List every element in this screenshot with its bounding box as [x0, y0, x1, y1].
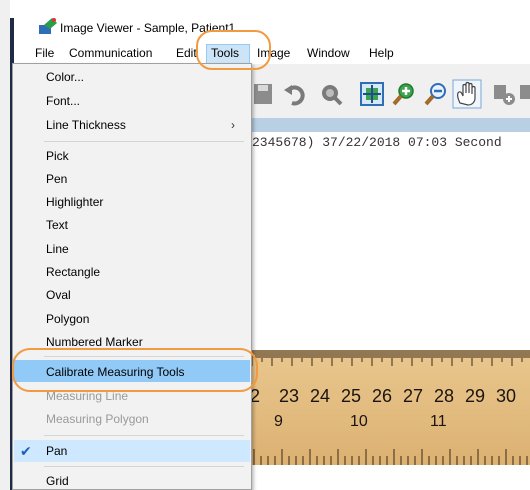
menu-edit[interactable]: Edit [176, 46, 197, 60]
save-icon[interactable] [252, 82, 276, 106]
ruler-label-cm: 27 [403, 386, 423, 406]
menu-item-grid[interactable]: Grid [46, 474, 69, 488]
menu-item-font[interactable]: Font... [46, 94, 80, 108]
menu-separator [44, 141, 244, 142]
menu-item-measuring-polygon: Measuring Polygon [46, 412, 149, 426]
menu-item-line[interactable]: Line [46, 242, 69, 256]
window-left-edge [0, 0, 10, 490]
menu-separator [44, 435, 244, 436]
menu-item-rectangle[interactable]: Rectangle [46, 265, 100, 279]
pan-hand-icon[interactable] [452, 79, 482, 109]
ruler-label-cm: 25 [341, 386, 361, 406]
menu-file[interactable]: File [35, 46, 54, 60]
ruler-label-cm: 26 [372, 386, 392, 406]
annotation-circle-tools [196, 30, 271, 70]
submenu-arrow-icon: › [231, 118, 235, 132]
menu-window[interactable]: Window [307, 46, 350, 60]
zoom-in-icon[interactable] [392, 82, 416, 106]
more-toolbar-icon[interactable] [520, 82, 530, 106]
menu-item-pan[interactable]: Pan [46, 444, 67, 458]
ruler-image: 2 23 24 25 26 27 28 29 30 9 10 11 [250, 350, 530, 465]
viewport-header-strip [250, 118, 530, 132]
menu-item-text[interactable]: Text [46, 218, 68, 232]
ruler-label-cm: 28 [434, 386, 454, 406]
zoom-reset-icon[interactable] [319, 82, 343, 106]
menu-separator [44, 466, 244, 467]
menu-item-highlighter[interactable]: Highlighter [46, 195, 103, 209]
app-icon [39, 18, 57, 34]
menu-help[interactable]: Help [369, 46, 394, 60]
menu-item-line-thickness[interactable]: Line Thickness [46, 118, 126, 132]
ruler-label-inch: 9 [274, 413, 283, 430]
ruler-label-cm: 29 [465, 386, 485, 406]
menu-item-pick[interactable]: Pick [46, 149, 69, 163]
ruler-label-inch: 11 [430, 413, 447, 430]
zoom-out-icon[interactable] [424, 82, 448, 106]
menu-item-polygon[interactable]: Polygon [46, 312, 89, 326]
ruler-label-cm: 24 [310, 386, 330, 406]
annotation-circle-calibrate [12, 348, 258, 392]
fit-to-window-icon[interactable] [360, 82, 384, 106]
menu-communication[interactable]: Communication [69, 46, 152, 60]
menu-item-oval[interactable]: Oval [46, 288, 71, 302]
undo-icon[interactable] [283, 82, 307, 106]
study-info-text: 2345678) 37/22/2018 07:03 Second [252, 135, 502, 150]
flip-icon[interactable] [492, 82, 516, 106]
ruler-label-inch: 10 [350, 413, 368, 430]
menu-item-pen[interactable]: Pen [46, 172, 67, 186]
checkmark-icon: ✔ [20, 443, 32, 459]
menu-item-color[interactable]: Color... [46, 70, 84, 84]
ruler-label-cm: 30 [496, 386, 516, 406]
ruler-label-cm: 23 [279, 386, 299, 406]
menu-item-numbered-marker[interactable]: Numbered Marker [46, 335, 143, 349]
